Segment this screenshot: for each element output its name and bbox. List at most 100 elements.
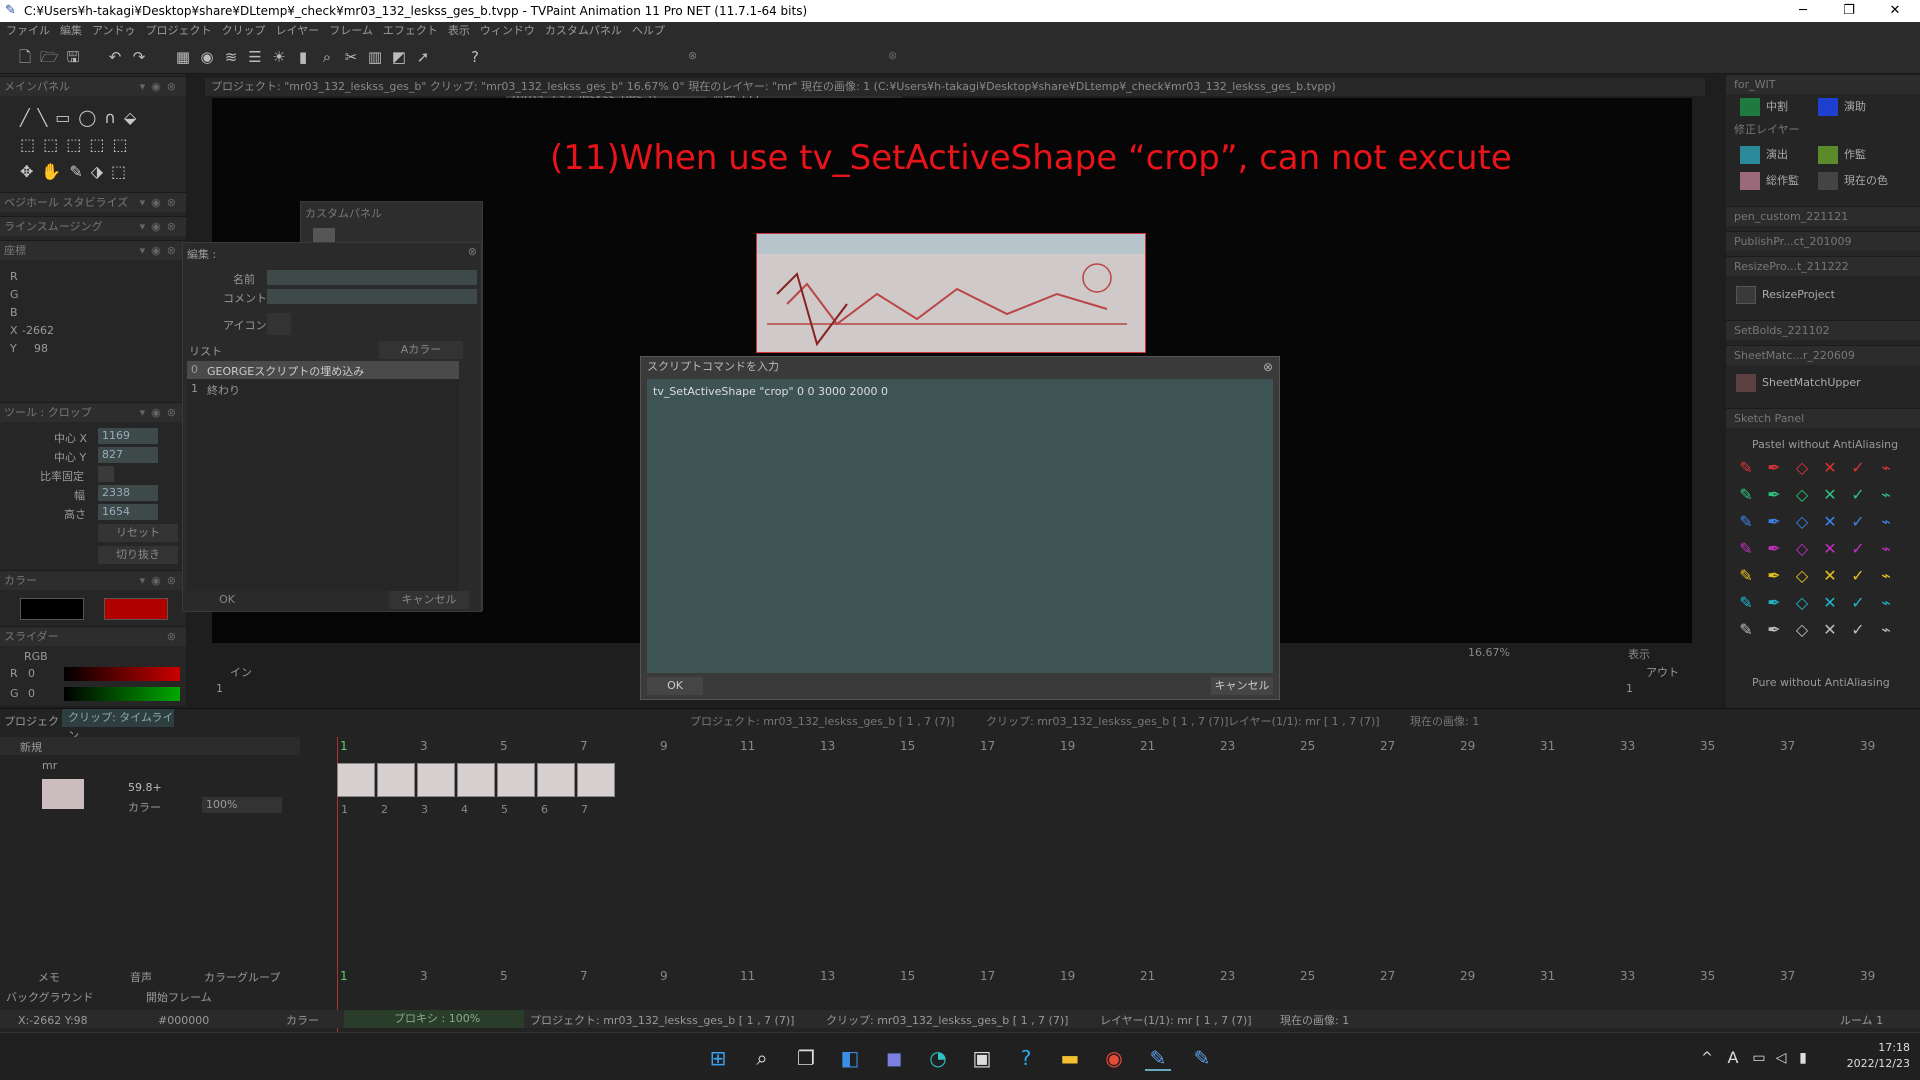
save-icon[interactable]: 🖫 [64, 48, 82, 66]
menu-layer[interactable]: レイヤー [276, 22, 330, 40]
menu-edit[interactable]: 編集 [60, 22, 92, 40]
sketch-brush-icon[interactable]: ◇ [1792, 485, 1812, 505]
redo-icon[interactable]: ↷ [130, 48, 148, 66]
menu-custom-panel[interactable]: カスタムパネル [545, 22, 632, 40]
menu-undo[interactable]: アンドゥ [92, 22, 146, 40]
sketch-brush-icon[interactable]: ⌁ [1876, 593, 1896, 613]
sketch-brush-icon[interactable]: ⌁ [1876, 539, 1896, 559]
sketch-brush-icon[interactable]: ⌁ [1876, 512, 1896, 532]
frame-number[interactable]: 1 [340, 969, 348, 983]
frame-number[interactable]: 3 [420, 739, 428, 753]
frame-number[interactable]: 13 [820, 969, 835, 983]
sketch-brush-icon[interactable]: ✕ [1820, 566, 1840, 586]
frame-number[interactable]: 17 [980, 969, 995, 983]
sketch-brush-icon[interactable]: ✎ [1736, 485, 1756, 505]
resize-header[interactable]: ResizePro...t_211222 [1726, 256, 1920, 276]
frame-number[interactable]: 11 [740, 739, 755, 753]
start-frame-selector[interactable]: 開始フレーム [146, 989, 212, 1005]
icon-picker[interactable] [267, 313, 291, 335]
menu-clip[interactable]: クリップ [222, 22, 276, 40]
sketch-brush-icon[interactable]: ✒ [1764, 620, 1784, 640]
sketch-brush-icon[interactable]: ✕ [1820, 485, 1840, 505]
sketch-brush-icon[interactable]: ✒ [1764, 458, 1784, 478]
clock-time[interactable]: 17:18 [1840, 1041, 1910, 1054]
frame-number[interactable]: 9 [660, 739, 668, 753]
list-item[interactable]: 0 GEORGEスクリプトの埋め込み [187, 361, 459, 379]
sketch-brush-icon[interactable]: ◇ [1792, 512, 1812, 532]
audio-tab[interactable]: 音声 [130, 969, 152, 985]
help-icon[interactable]: ? [466, 48, 484, 66]
clock-date[interactable]: 2022/12/23 [1830, 1057, 1910, 1070]
timeline-cell[interactable] [337, 763, 375, 797]
frame-number[interactable]: 29 [1460, 969, 1475, 983]
frame-number[interactable]: 37 [1780, 739, 1795, 753]
comment-input[interactable] [267, 289, 477, 304]
brush-stack-icon[interactable]: ≋ [222, 48, 240, 66]
sketch-brush-icon[interactable]: ✕ [1820, 620, 1840, 640]
sketch-brush-icon[interactable]: ✒ [1764, 566, 1784, 586]
action-button[interactable]: Aカラー [379, 341, 463, 359]
sketch-brush-grid[interactable]: ✎ ✒ ◇ ✕ ✓ ⌁ ✎ ✒ ◇ ✕ ✓ ⌁ ✎ ✒ ◇ ✕ ✓ ⌁ ✎ ✒ ◇ ✕ ✓ ⌁ ✎ ✒ ◇ ✕ ✓ ⌁ ✎ ✒ ◇ ✕ ✓ ⌁ ✎ ✒ ◇ ✕… [1736, 458, 1916, 648]
frame-number[interactable]: 37 [1780, 969, 1795, 983]
sketch-brush-icon[interactable]: ✎ [1736, 620, 1756, 640]
frame-number[interactable]: 35 [1700, 969, 1715, 983]
clip-timeline-tab[interactable]: クリップ: タイムライン [62, 709, 174, 742]
panel-controls-icon[interactable]: ▾◉⊗ [140, 571, 182, 591]
slider-g-track[interactable] [64, 687, 180, 701]
zoom-value[interactable]: 16.67% [1468, 646, 1510, 659]
frame-number[interactable]: 31 [1540, 739, 1555, 753]
sheetmatch-button[interactable]: SheetMatchUpper [1732, 372, 1861, 394]
resize-project-button[interactable]: ResizeProject [1732, 284, 1835, 306]
menu-view[interactable]: 表示 [448, 22, 480, 40]
ime-indicator[interactable]: A [1720, 1045, 1746, 1071]
status-room[interactable]: ルーム 1 [1840, 1012, 1883, 1030]
dialog-close-icon[interactable]: ⊗ [1263, 360, 1273, 374]
tray-chevron-icon[interactable]: ^ [1694, 1045, 1720, 1071]
sketch-brush-icon[interactable]: ✓ [1848, 458, 1868, 478]
minimize-button[interactable]: ─ [1780, 0, 1826, 22]
frame-number[interactable]: 3 [420, 969, 428, 983]
publish-header[interactable]: PublishPr...ct_201009 [1726, 231, 1920, 251]
menu-file[interactable]: ファイル [6, 22, 60, 40]
sheet-icon[interactable]: ▥ [366, 48, 384, 66]
frame-number[interactable]: 15 [900, 969, 915, 983]
timeline-cell[interactable] [497, 763, 535, 797]
sketch-brush-icon[interactable]: ✕ [1820, 512, 1840, 532]
slider-r-track[interactable] [64, 667, 180, 681]
sketch-brush-icon[interactable]: ✎ [1736, 593, 1756, 613]
windows-start-icon[interactable]: ⊞ [705, 1045, 731, 1071]
sketch-brush-icon[interactable]: ◇ [1792, 620, 1812, 640]
sketch-brush-icon[interactable]: ✓ [1848, 593, 1868, 613]
timeline-cell[interactable] [417, 763, 455, 797]
search-icon[interactable]: ⌕ [749, 1045, 775, 1071]
custom-cancel-button[interactable]: キャンセル [389, 591, 469, 609]
timeline-cell[interactable] [377, 763, 415, 797]
file-explorer-icon[interactable]: ▬ [1057, 1045, 1083, 1071]
height-field[interactable]: 1654 [98, 504, 158, 520]
timeline-cell[interactable] [457, 763, 495, 797]
out-value[interactable]: 1 [1626, 682, 1633, 695]
secondary-color-swatch[interactable] [104, 598, 168, 620]
menu-frame[interactable]: フレーム [329, 22, 383, 40]
layers-icon[interactable]: ☰ [246, 48, 264, 66]
tvpaint-taskbar-icon-2[interactable]: ✎ [1189, 1045, 1215, 1071]
layer-thumbnail[interactable] [42, 779, 84, 809]
sheetmatch-header[interactable]: SheetMatc...r_220609 [1726, 345, 1920, 365]
sketch-brush-icon[interactable]: ⌁ [1876, 566, 1896, 586]
graph-icon[interactable]: ◩ [390, 48, 408, 66]
background-selector[interactable]: バックグラウンド [6, 989, 94, 1005]
frame-number[interactable]: 29 [1460, 739, 1475, 753]
frame-number[interactable]: 11 [740, 969, 755, 983]
film-icon[interactable]: ▦ [174, 48, 192, 66]
current-color-button[interactable]: 現在の色 [1814, 170, 1888, 192]
sketch-brush-icon[interactable]: ◇ [1792, 458, 1812, 478]
sketch-brush-icon[interactable]: ✎ [1736, 539, 1756, 559]
battery-icon[interactable]: ▮ [1790, 1045, 1816, 1071]
center-x-field[interactable]: 1169 [98, 428, 158, 444]
sketch-brush-icon[interactable]: ◇ [1792, 566, 1812, 586]
setbolds-header[interactable]: SetBolds_221102 [1726, 320, 1920, 340]
frame-number[interactable]: 15 [900, 739, 915, 753]
frame-number[interactable]: 19 [1060, 739, 1075, 753]
menu-effect[interactable]: エフェクト [383, 22, 448, 40]
open-file-icon[interactable]: 🗁 [40, 48, 59, 66]
